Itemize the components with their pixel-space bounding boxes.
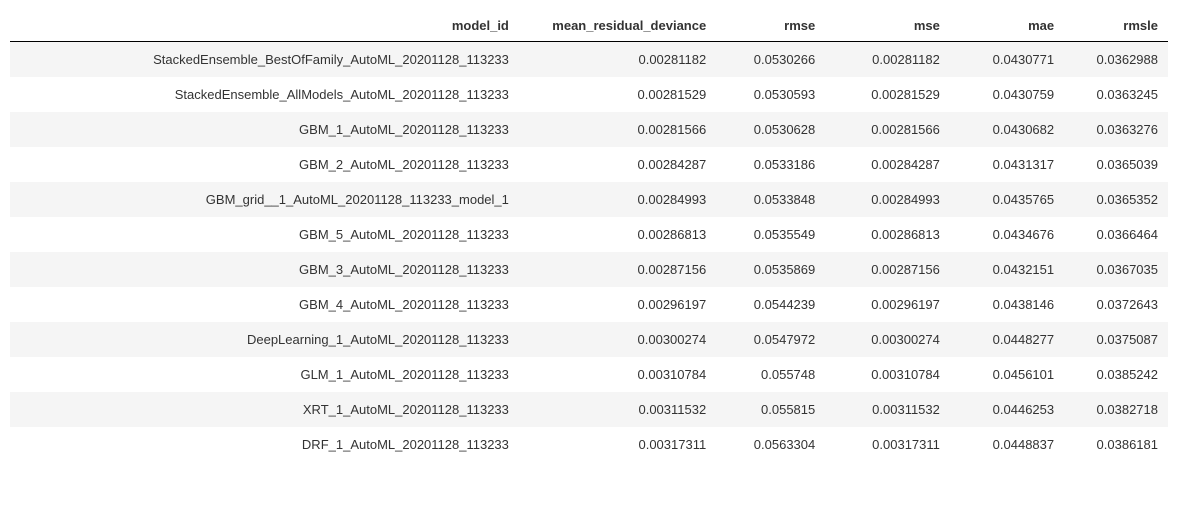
cell-mean-residual-deviance: 0.00286813 (519, 217, 716, 252)
cell-mean-residual-deviance: 0.00284287 (519, 147, 716, 182)
cell-rmsle: 0.0363245 (1064, 77, 1168, 112)
cell-rmse: 0.0530628 (716, 112, 825, 147)
cell-mse: 0.00281529 (825, 77, 950, 112)
cell-mean-residual-deviance: 0.00317311 (519, 427, 716, 462)
cell-mean-residual-deviance: 0.00281182 (519, 42, 716, 78)
cell-model-id: GBM_3_AutoML_20201128_113233 (10, 252, 519, 287)
cell-mse: 0.00281182 (825, 42, 950, 78)
cell-mae: 0.0434676 (950, 217, 1064, 252)
cell-mae: 0.0456101 (950, 357, 1064, 392)
cell-mse: 0.00286813 (825, 217, 950, 252)
cell-mse: 0.00311532 (825, 392, 950, 427)
table-row: DRF_1_AutoML_20201128_1132330.003173110.… (10, 427, 1168, 462)
cell-mae: 0.0448277 (950, 322, 1064, 357)
cell-rmse: 0.0544239 (716, 287, 825, 322)
cell-mae: 0.0430771 (950, 42, 1064, 78)
cell-rmsle: 0.0385242 (1064, 357, 1168, 392)
cell-mean-residual-deviance: 0.00284993 (519, 182, 716, 217)
cell-mae: 0.0435765 (950, 182, 1064, 217)
cell-model-id: GBM_1_AutoML_20201128_113233 (10, 112, 519, 147)
cell-rmse: 0.0533186 (716, 147, 825, 182)
table-row: StackedEnsemble_BestOfFamily_AutoML_2020… (10, 42, 1168, 78)
cell-mae: 0.0446253 (950, 392, 1064, 427)
header-model-id: model_id (10, 10, 519, 42)
cell-rmsle: 0.0367035 (1064, 252, 1168, 287)
header-mean-residual-deviance: mean_residual_deviance (519, 10, 716, 42)
cell-rmse: 0.0535869 (716, 252, 825, 287)
cell-mae: 0.0448837 (950, 427, 1064, 462)
cell-mse: 0.00287156 (825, 252, 950, 287)
cell-mae: 0.0431317 (950, 147, 1064, 182)
header-rmse: rmse (716, 10, 825, 42)
cell-rmse: 0.0563304 (716, 427, 825, 462)
cell-rmse: 0.0530266 (716, 42, 825, 78)
leaderboard-table: model_id mean_residual_deviance rmse mse… (10, 10, 1168, 462)
cell-model-id: DeepLearning_1_AutoML_20201128_113233 (10, 322, 519, 357)
cell-mae: 0.0430759 (950, 77, 1064, 112)
table-row: GBM_5_AutoML_20201128_1132330.002868130.… (10, 217, 1168, 252)
table-row: StackedEnsemble_AllModels_AutoML_2020112… (10, 77, 1168, 112)
cell-model-id: GBM_4_AutoML_20201128_113233 (10, 287, 519, 322)
cell-mae: 0.0438146 (950, 287, 1064, 322)
cell-mean-residual-deviance: 0.00310784 (519, 357, 716, 392)
cell-rmsle: 0.0375087 (1064, 322, 1168, 357)
cell-mse: 0.00300274 (825, 322, 950, 357)
cell-model-id: GLM_1_AutoML_20201128_113233 (10, 357, 519, 392)
cell-rmsle: 0.0363276 (1064, 112, 1168, 147)
cell-mean-residual-deviance: 0.00287156 (519, 252, 716, 287)
cell-model-id: GBM_2_AutoML_20201128_113233 (10, 147, 519, 182)
cell-mean-residual-deviance: 0.00281566 (519, 112, 716, 147)
table-row: GBM_4_AutoML_20201128_1132330.002961970.… (10, 287, 1168, 322)
cell-mse: 0.00284993 (825, 182, 950, 217)
table-body: StackedEnsemble_BestOfFamily_AutoML_2020… (10, 42, 1168, 463)
cell-mse: 0.00281566 (825, 112, 950, 147)
cell-mae: 0.0432151 (950, 252, 1064, 287)
cell-rmsle: 0.0365039 (1064, 147, 1168, 182)
table-row: DeepLearning_1_AutoML_20201128_1132330.0… (10, 322, 1168, 357)
cell-mse: 0.00317311 (825, 427, 950, 462)
table-row: GBM_1_AutoML_20201128_1132330.002815660.… (10, 112, 1168, 147)
table-header-row: model_id mean_residual_deviance rmse mse… (10, 10, 1168, 42)
cell-rmse: 0.0535549 (716, 217, 825, 252)
table-row: XRT_1_AutoML_20201128_1132330.003115320.… (10, 392, 1168, 427)
cell-mean-residual-deviance: 0.00296197 (519, 287, 716, 322)
cell-rmsle: 0.0365352 (1064, 182, 1168, 217)
header-rmsle: rmsle (1064, 10, 1168, 42)
cell-rmsle: 0.0366464 (1064, 217, 1168, 252)
cell-mean-residual-deviance: 0.00300274 (519, 322, 716, 357)
table-row: GBM_grid__1_AutoML_20201128_113233_model… (10, 182, 1168, 217)
cell-mse: 0.00296197 (825, 287, 950, 322)
cell-model-id: GBM_grid__1_AutoML_20201128_113233_model… (10, 182, 519, 217)
cell-rmsle: 0.0386181 (1064, 427, 1168, 462)
cell-rmsle: 0.0362988 (1064, 42, 1168, 78)
cell-rmse: 0.0533848 (716, 182, 825, 217)
cell-mean-residual-deviance: 0.00281529 (519, 77, 716, 112)
table-row: GBM_3_AutoML_20201128_1132330.002871560.… (10, 252, 1168, 287)
cell-rmse: 0.0547972 (716, 322, 825, 357)
cell-rmsle: 0.0382718 (1064, 392, 1168, 427)
cell-model-id: StackedEnsemble_AllModels_AutoML_2020112… (10, 77, 519, 112)
cell-model-id: StackedEnsemble_BestOfFamily_AutoML_2020… (10, 42, 519, 78)
cell-mean-residual-deviance: 0.00311532 (519, 392, 716, 427)
header-mse: mse (825, 10, 950, 42)
cell-rmsle: 0.0372643 (1064, 287, 1168, 322)
cell-rmse: 0.055815 (716, 392, 825, 427)
cell-model-id: GBM_5_AutoML_20201128_113233 (10, 217, 519, 252)
cell-mae: 0.0430682 (950, 112, 1064, 147)
table-row: GBM_2_AutoML_20201128_1132330.002842870.… (10, 147, 1168, 182)
cell-mse: 0.00310784 (825, 357, 950, 392)
header-mae: mae (950, 10, 1064, 42)
cell-model-id: DRF_1_AutoML_20201128_113233 (10, 427, 519, 462)
cell-rmse: 0.055748 (716, 357, 825, 392)
cell-rmse: 0.0530593 (716, 77, 825, 112)
cell-mse: 0.00284287 (825, 147, 950, 182)
cell-model-id: XRT_1_AutoML_20201128_113233 (10, 392, 519, 427)
table-row: GLM_1_AutoML_20201128_1132330.003107840.… (10, 357, 1168, 392)
